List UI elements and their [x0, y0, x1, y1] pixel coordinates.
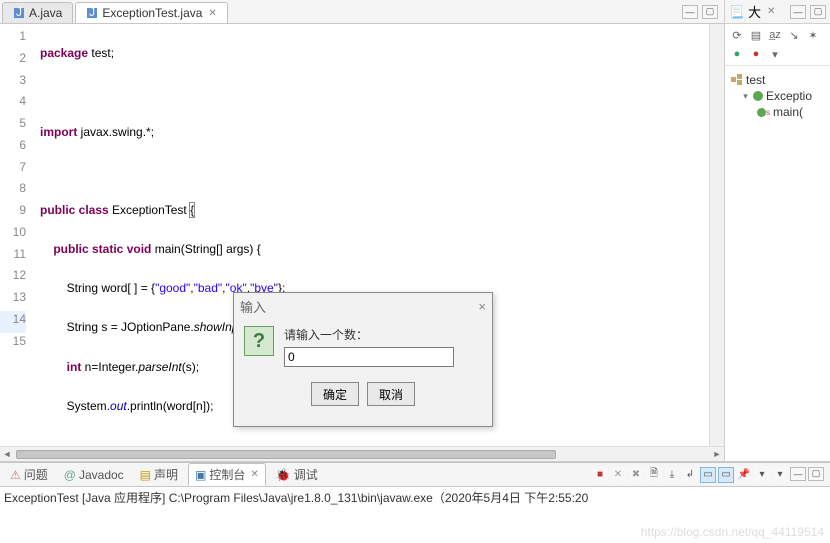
- tab-console[interactable]: ▣控制台✕: [188, 463, 266, 486]
- terminate-button[interactable]: ■: [592, 467, 608, 483]
- remove-all-button[interactable]: ✖: [628, 467, 644, 483]
- close-icon[interactable]: ✕: [767, 6, 775, 17]
- tab-problems[interactable]: ⚠问题: [4, 464, 54, 485]
- outline-class[interactable]: ▾ Exceptio: [741, 88, 828, 104]
- editor-tabbar: J A.java J ExceptionTest.java ✕ — ▢: [0, 0, 724, 24]
- tab-debug[interactable]: 🐞调试: [270, 464, 324, 485]
- java-file-icon: J: [13, 7, 25, 19]
- java-file-icon: J: [86, 7, 98, 19]
- svg-text:J: J: [16, 7, 22, 19]
- close-icon[interactable]: ✕: [208, 8, 216, 19]
- minimize-button[interactable]: —: [790, 467, 806, 481]
- class-icon: [753, 91, 763, 101]
- maximize-button[interactable]: ▢: [702, 5, 718, 19]
- outline-method-label: main(: [773, 105, 803, 119]
- sort-icon[interactable]: ▤: [748, 27, 764, 43]
- scroll-lock-button[interactable]: ⤓: [664, 467, 680, 483]
- hide-static-icon[interactable]: ↘: [786, 27, 802, 43]
- tab-javadoc[interactable]: @Javadoc: [58, 466, 130, 484]
- outline-icon: 📃: [729, 5, 744, 19]
- hide-fields-icon[interactable]: ●: [729, 46, 745, 62]
- open-console-button[interactable]: ▾: [772, 467, 788, 483]
- ok-button[interactable]: 确定: [311, 382, 359, 406]
- package-icon: [731, 74, 743, 86]
- display-selected-button[interactable]: ▾: [754, 467, 770, 483]
- tab-a-java[interactable]: J A.java: [2, 2, 73, 23]
- tab-exceptiontest-java[interactable]: J ExceptionTest.java ✕: [75, 2, 227, 23]
- minimize-button[interactable]: —: [682, 5, 698, 19]
- outline-class-label: Exceptio: [766, 89, 812, 103]
- hide-local-icon[interactable]: ●: [748, 46, 764, 62]
- bottom-tabbar: ⚠问题 @Javadoc ▤声明 ▣控制台✕ 🐞调试 ■ ✕ ✖ 🗎 ⤓ ↲ ▭…: [0, 463, 830, 487]
- outline-package[interactable]: test: [731, 72, 828, 88]
- method-icon: [757, 108, 766, 117]
- svg-text:J: J: [89, 7, 95, 19]
- clear-console-button[interactable]: 🗎: [646, 467, 662, 483]
- tab-label: A.java: [29, 6, 62, 20]
- line-gutter: 1 2 3 4 5 6 7 8 9 10 11 12 13 14 15: [0, 24, 34, 446]
- outline-view: 📃 大 ✕ — ▢ ⟳ ▤ a̲z ↘ ✶ ● ● ▾ test ▾ Ex: [725, 0, 830, 461]
- dialog-message: 请输入一个数：: [284, 326, 482, 343]
- outline-method[interactable]: s main(: [757, 104, 828, 120]
- az-icon[interactable]: a̲z: [767, 27, 783, 43]
- minimize-button[interactable]: —: [790, 5, 806, 19]
- hide-nonpublic-icon[interactable]: ✶: [805, 27, 821, 43]
- maximize-button[interactable]: ▢: [810, 5, 826, 19]
- show-console-button[interactable]: ▭: [700, 467, 716, 483]
- dialog-input[interactable]: [284, 347, 454, 367]
- remove-launch-button[interactable]: ✕: [610, 467, 626, 483]
- question-icon: ?: [244, 326, 274, 356]
- word-wrap-button[interactable]: ↲: [682, 467, 698, 483]
- tab-label: ExceptionTest.java: [102, 6, 202, 20]
- input-dialog: 输入 × ? 请输入一个数： 确定 取消: [233, 292, 493, 427]
- watermark: https://blog.csdn.net/qq_44119514: [0, 521, 830, 543]
- focus-icon[interactable]: ⟳: [729, 27, 745, 43]
- vertical-scrollbar[interactable]: [709, 24, 724, 446]
- show-console-error-button[interactable]: ▭: [718, 467, 734, 483]
- cancel-button[interactable]: 取消: [367, 382, 415, 406]
- tab-declaration[interactable]: ▤声明: [134, 464, 184, 485]
- outline-toolbar: ⟳ ▤ a̲z ↘ ✶ ● ● ▾: [725, 24, 830, 66]
- close-icon[interactable]: ✕: [250, 469, 258, 480]
- expand-icon[interactable]: ▾: [741, 91, 750, 102]
- outline-title: 大: [748, 2, 761, 21]
- horizontal-scrollbar[interactable]: ◄►: [0, 446, 724, 461]
- outline-package-label: test: [746, 73, 765, 87]
- pin-console-button[interactable]: 📌: [736, 467, 752, 483]
- close-icon[interactable]: ×: [478, 299, 486, 314]
- dialog-title: 输入: [240, 297, 266, 316]
- maximize-button[interactable]: ▢: [808, 467, 824, 481]
- menu-icon[interactable]: ▾: [767, 46, 783, 62]
- console-status: ExceptionTest [Java 应用程序] C:\Program Fil…: [0, 487, 830, 521]
